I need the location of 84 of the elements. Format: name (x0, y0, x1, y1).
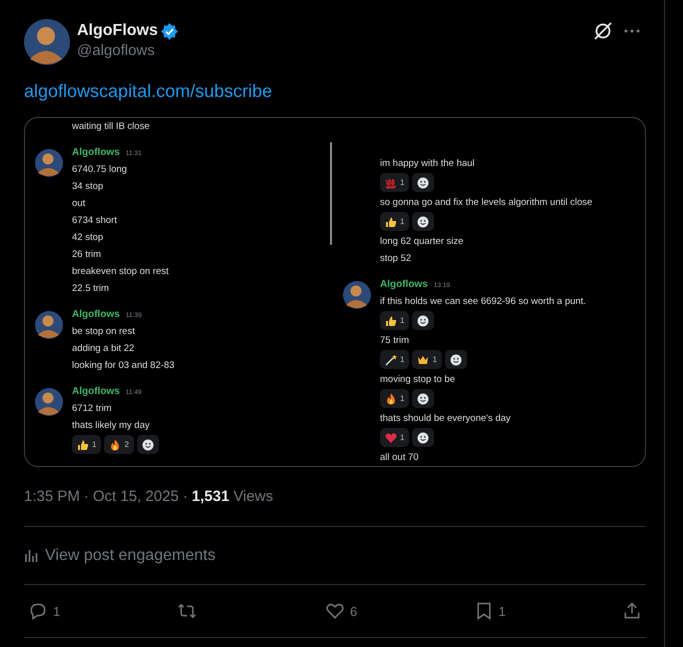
author-name: Algoflows (72, 309, 120, 320)
add-reaction-button[interactable] (412, 311, 434, 330)
message-text: 6734 short (72, 214, 118, 228)
crown-icon (417, 354, 430, 366)
share-button[interactable] (622, 601, 642, 621)
message-text: long 62 quarter size (380, 235, 464, 249)
author-name: Algoflows (72, 147, 120, 158)
message-text: 42 stop (72, 231, 104, 245)
reaction-button[interactable]: 1 (380, 389, 410, 408)
engagements-link[interactable]: View post engagements (24, 527, 646, 584)
reply-button[interactable]: 1 (28, 601, 68, 621)
reaction-button[interactable]: 1 (380, 173, 410, 192)
message-text: 6712 trim (72, 402, 113, 416)
smiley-icon (417, 314, 430, 326)
smiley-icon (417, 432, 430, 444)
smiley-icon (142, 438, 154, 450)
post-date: Oct 15, 2025 (92, 487, 179, 507)
smiley-icon (417, 392, 430, 404)
bar-chart-icon (24, 548, 40, 564)
message-text: thats should be everyone's day (380, 412, 512, 426)
reaction-button[interactable]: 1 (412, 350, 442, 369)
smiley-icon (417, 176, 430, 188)
message-text: out (72, 197, 86, 211)
avatar (35, 149, 63, 177)
views-label: Views (233, 487, 274, 507)
add-reaction-button[interactable] (444, 350, 467, 369)
display-name: AlgoFlows (77, 21, 158, 41)
message-text: waiting till IB close (72, 120, 150, 134)
speech-bubble-icon (28, 601, 48, 621)
thumbs-up-icon (77, 438, 89, 450)
like-button[interactable]: 6 (325, 601, 365, 621)
message-text: thats likely my day (72, 419, 151, 433)
message-text: 22.5 trim (72, 282, 110, 296)
message-text: im happy with the haul (380, 157, 476, 171)
hundred-points-icon (385, 176, 397, 188)
heart-icon (385, 432, 397, 444)
heart-icon (325, 601, 345, 621)
message-text: looking for 03 and 82-83 (72, 359, 174, 373)
flame-icon (385, 392, 397, 404)
add-reaction-button[interactable] (412, 428, 434, 447)
message-text: moving stop to be (380, 373, 456, 387)
post-time: 1:35 PM (24, 487, 80, 507)
share-icon (622, 601, 642, 621)
reaction-button[interactable]: 2 (104, 435, 134, 454)
avatar (35, 388, 63, 416)
bookmark-button[interactable]: 1 (474, 601, 514, 621)
author-name: Algoflows (380, 279, 428, 290)
author-name: Algoflows (72, 386, 120, 397)
smiley-icon (417, 216, 430, 228)
wand-icon (385, 354, 397, 366)
message-text: 6740.75 long (72, 163, 128, 177)
avatar (35, 311, 63, 339)
avatar (343, 281, 371, 309)
separator-dot: · (182, 487, 188, 507)
user-handle: @algoflows (77, 41, 156, 61)
message-text: 26 trim (72, 248, 102, 262)
reaction-button[interactable]: 1 (380, 311, 410, 330)
reaction-button[interactable]: 1 (72, 435, 102, 454)
add-reaction-button[interactable] (412, 389, 434, 408)
slashed-circle-icon[interactable] (593, 21, 613, 41)
thumbs-up-icon (385, 314, 397, 326)
message-text: if this holds we can see 6692-96 so worth a punt. (380, 295, 586, 309)
add-reaction-button[interactable] (412, 173, 434, 192)
thumbs-up-icon (385, 216, 397, 228)
add-reaction-button[interactable] (412, 212, 434, 231)
message-text: 34 stop (72, 180, 104, 194)
message-text: 75 trim (380, 334, 410, 348)
avatar (24, 19, 70, 65)
message-text: breakeven stop on rest (72, 265, 169, 279)
message-text: so gonna go and fix the levels algorithm until close (380, 196, 592, 210)
repeat-arrows-icon (176, 601, 196, 621)
message-text: stop 52 (380, 252, 412, 266)
reaction-button[interactable]: 1 (380, 350, 410, 369)
message-text: adding a bit 22 (72, 342, 136, 356)
flame-icon (109, 438, 122, 450)
separator-dot: · (84, 487, 89, 507)
message-text: all out 70 (380, 451, 420, 465)
reaction-button[interactable]: 1 (380, 428, 410, 447)
views-count: 1,531 (192, 487, 230, 507)
message-text: be stop on rest (72, 325, 136, 339)
reaction-button[interactable]: 1 (380, 212, 410, 231)
smiley-icon (450, 354, 462, 366)
subscribe-link[interactable]: algoflowscapital.com/subscribe (24, 80, 272, 102)
add-reaction-button[interactable] (136, 435, 159, 454)
